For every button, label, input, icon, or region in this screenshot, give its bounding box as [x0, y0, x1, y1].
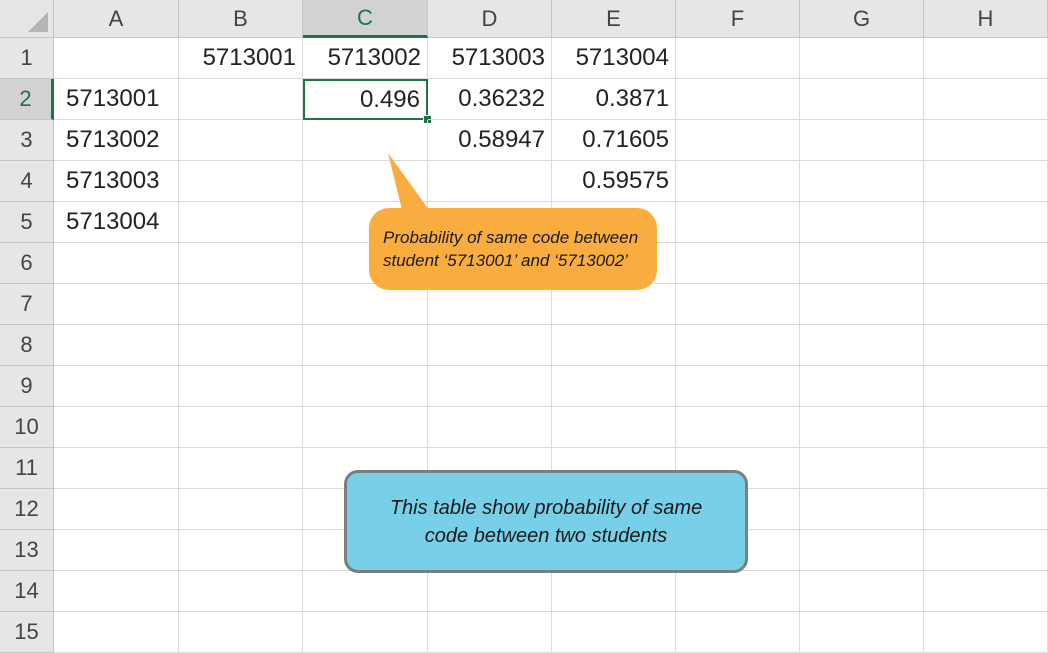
orange-callout-pointer: [388, 153, 432, 214]
blue-callout: This table show probability of same code…: [344, 470, 748, 573]
blue-callout-text: This table show probability of same code…: [389, 496, 703, 547]
orange-callout: Probability of same code between student…: [369, 208, 657, 290]
orange-callout-text: Probability of same code between student…: [383, 228, 639, 270]
